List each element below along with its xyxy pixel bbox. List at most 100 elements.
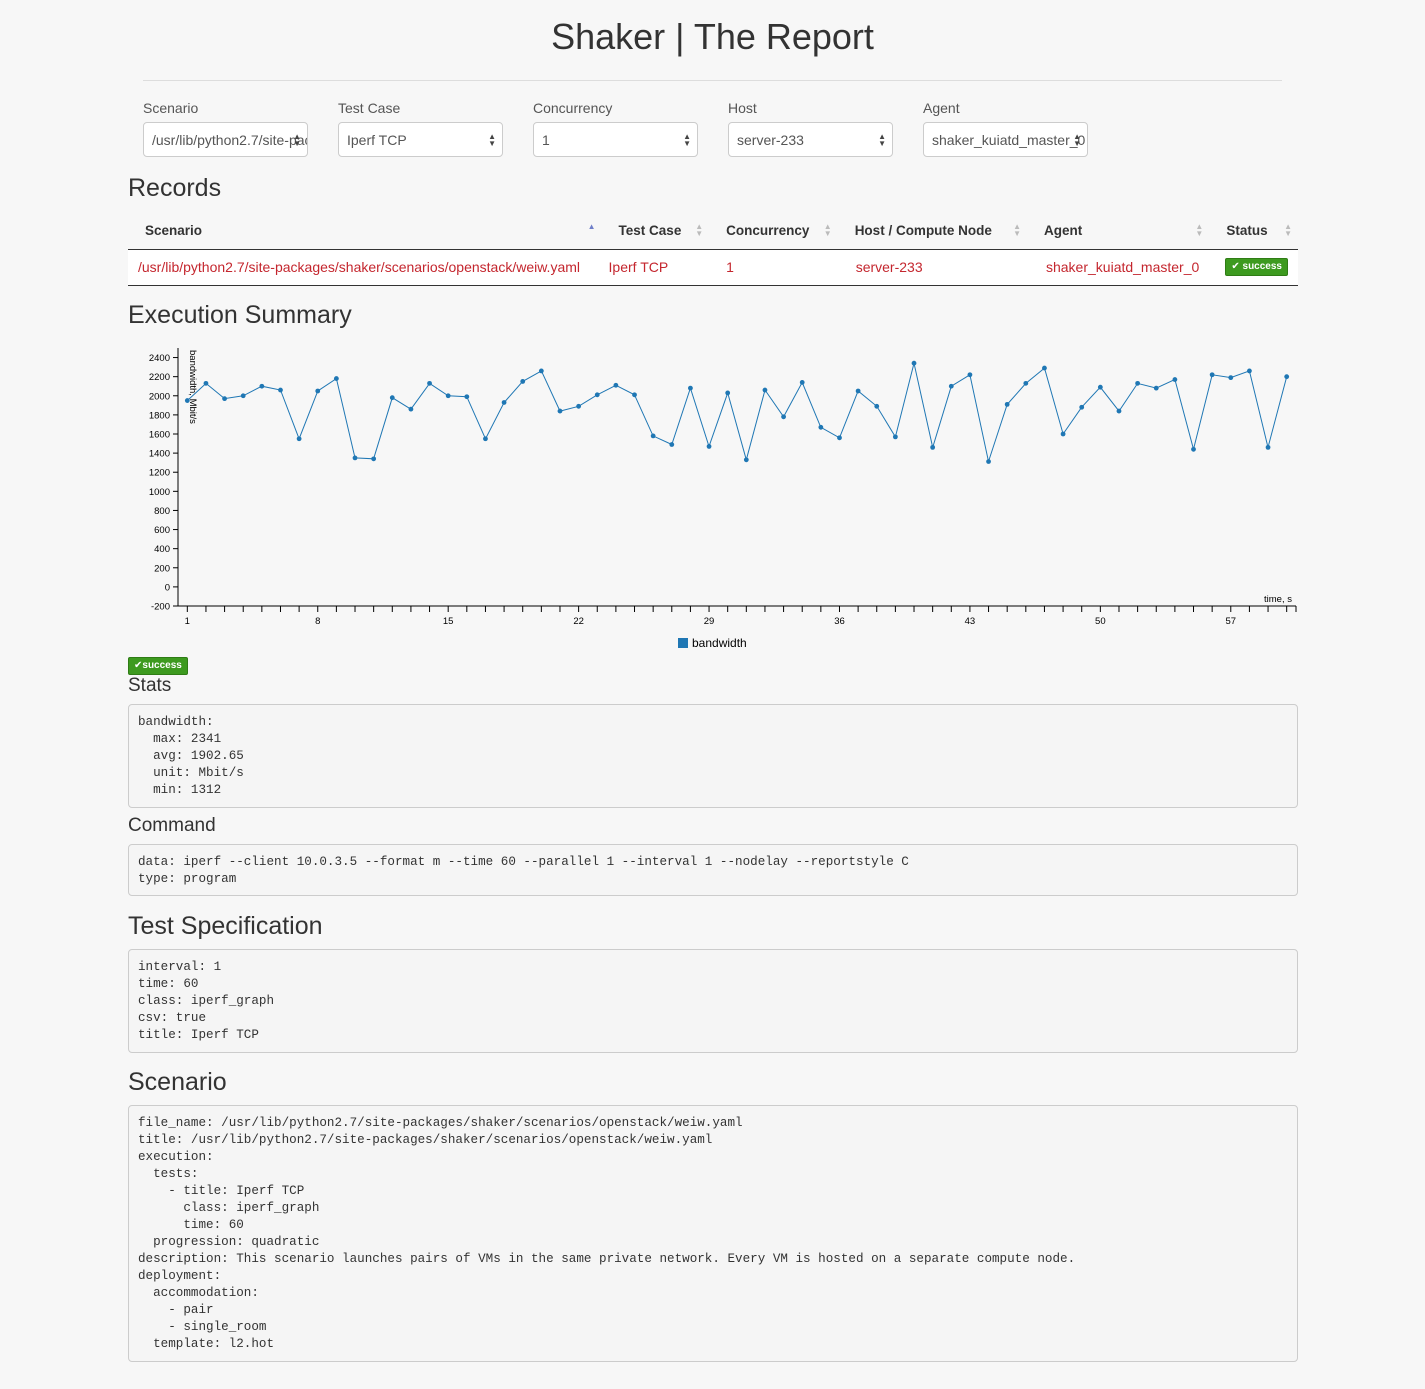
data-point bbox=[613, 382, 619, 388]
y-tick-label: 0 bbox=[165, 582, 170, 593]
data-point bbox=[557, 408, 563, 414]
status-badge: ✔ success bbox=[1225, 257, 1288, 276]
column-header-test-case[interactable]: Test Case ▲ ▼ bbox=[601, 212, 710, 250]
concurrency-select[interactable]: 1 ▲ ▼ bbox=[533, 122, 698, 157]
legend-swatch-bandwidth bbox=[678, 638, 688, 648]
y-tick-label: 1400 bbox=[149, 449, 170, 460]
column-header-scenario[interactable]: Scenario ▲ bbox=[128, 212, 602, 250]
agent-select-value: shaker_kuiatd_master_0 bbox=[932, 132, 1086, 148]
data-point bbox=[1284, 374, 1290, 380]
data-point bbox=[203, 380, 209, 386]
bandwidth-chart: -200 0 200 400 600 800 1000 1200 1400 1600 1800 200… bbox=[149, 348, 1297, 650]
data-point bbox=[986, 459, 991, 464]
table-row[interactable]: /usr/lib/python2.7/site-packages/shaker/… bbox=[128, 249, 1298, 286]
data-point bbox=[1228, 375, 1234, 381]
host-select[interactable]: server-233 ▲ ▼ bbox=[728, 122, 893, 157]
stats-block: bandwidth: max: 2341 avg: 1902.65 unit: … bbox=[128, 704, 1298, 808]
y-tick-label: 2400 bbox=[149, 353, 170, 364]
concurrency-select-value: 1 bbox=[542, 132, 550, 148]
filter-agent: Agent shaker_kuiatd_master_0 ▲ ▼ bbox=[923, 100, 1118, 157]
column-header-concurrency[interactable]: Concurrency ▲ ▼ bbox=[709, 212, 838, 250]
data-point bbox=[427, 380, 432, 386]
data-point bbox=[184, 398, 190, 403]
column-header-host[interactable]: Host / Compute Node ▲ ▼ bbox=[837, 212, 1027, 250]
sort-icon: ▲ ▼ bbox=[1013, 222, 1021, 238]
data-point bbox=[222, 396, 227, 402]
data-point bbox=[818, 424, 824, 430]
data-point bbox=[911, 360, 917, 366]
data-point bbox=[1153, 385, 1159, 391]
check-icon: ✔ bbox=[1231, 260, 1240, 272]
scenario-block: file_name: /usr/lib/python2.7/site-packa… bbox=[128, 1105, 1298, 1362]
y-tick-label: 800 bbox=[154, 506, 170, 517]
data-point bbox=[520, 379, 526, 384]
x-tick-label: 29 bbox=[704, 616, 715, 627]
stats-heading: Stats bbox=[128, 675, 172, 696]
data-point bbox=[837, 435, 842, 441]
y-tick-label: -200 bbox=[151, 602, 170, 613]
x-tick-label: 50 bbox=[1095, 616, 1106, 627]
legend-label-bandwidth: bandwidth bbox=[692, 636, 747, 650]
data-point bbox=[1247, 368, 1252, 374]
data-point bbox=[1209, 372, 1215, 378]
y-tick-label: 1000 bbox=[149, 487, 170, 498]
select-arrows-icon: ▲ ▼ bbox=[878, 132, 886, 148]
sort-icon: ▲ ▼ bbox=[1195, 222, 1204, 238]
filter-concurrency-label: Concurrency bbox=[533, 100, 613, 116]
data-point bbox=[1004, 401, 1010, 407]
data-point bbox=[352, 455, 358, 461]
data-point bbox=[1191, 446, 1196, 452]
sort-asc-icon: ▲ bbox=[587, 222, 596, 231]
cell-agent: shaker_kuiatd_master_0 bbox=[1026, 249, 1210, 286]
select-arrows-icon: ▲ ▼ bbox=[1073, 132, 1081, 148]
data-point bbox=[594, 392, 600, 398]
filter-host: Host server-233 ▲ ▼ bbox=[728, 100, 923, 157]
y-tick-label: 600 bbox=[154, 525, 170, 536]
y-tick-label: 1600 bbox=[149, 430, 170, 441]
x-tick-label: 43 bbox=[965, 616, 976, 627]
data-point bbox=[278, 387, 283, 393]
data-point bbox=[743, 457, 749, 463]
column-header-agent[interactable]: Agent ▲ ▼ bbox=[1026, 212, 1210, 250]
cell-test-case: Iperf TCP bbox=[601, 249, 710, 286]
data-point bbox=[706, 444, 712, 449]
data-point bbox=[389, 395, 395, 401]
data-point bbox=[1135, 380, 1141, 386]
data-point bbox=[445, 393, 451, 399]
data-point bbox=[538, 368, 544, 374]
host-select-value: server-233 bbox=[737, 132, 804, 148]
x-axis-label: time, s bbox=[1264, 594, 1292, 605]
records-table: Scenario ▲ Test Case ▲ ▼ Concurrency ▲ ▼ Host… bbox=[128, 212, 1298, 286]
test-case-select-value: Iperf TCP bbox=[347, 132, 407, 148]
data-point bbox=[632, 392, 637, 398]
scenario-select[interactable]: /usr/lib/python2.7/site-packages/shaker/… bbox=[143, 122, 308, 157]
execution-summary-heading: Execution Summary bbox=[128, 301, 352, 329]
data-point bbox=[1023, 380, 1029, 386]
filter-bar: Scenario /usr/lib/python2.7/site-package… bbox=[143, 100, 1118, 157]
data-point bbox=[781, 414, 786, 420]
data-point bbox=[333, 376, 339, 381]
filter-test-case-label: Test Case bbox=[338, 100, 401, 116]
agent-select[interactable]: shaker_kuiatd_master_0 ▲ ▼ bbox=[923, 122, 1088, 157]
select-arrows-icon: ▲ ▼ bbox=[683, 132, 691, 148]
cell-scenario: /usr/lib/python2.7/site-packages/shaker/… bbox=[128, 249, 602, 286]
data-point bbox=[1079, 404, 1085, 410]
data-point bbox=[464, 394, 470, 400]
data-point bbox=[1172, 377, 1178, 382]
x-tick-label: 15 bbox=[443, 616, 454, 627]
cell-concurrency: 1 bbox=[709, 249, 838, 286]
data-point bbox=[930, 444, 936, 450]
filter-scenario: Scenario /usr/lib/python2.7/site-package… bbox=[143, 100, 338, 157]
filter-concurrency: Concurrency 1 ▲ ▼ bbox=[533, 100, 728, 157]
data-point bbox=[240, 393, 246, 399]
data-point bbox=[1265, 444, 1271, 450]
cell-host: server-233 bbox=[837, 249, 1027, 286]
series-line-bandwidth bbox=[186, 363, 1288, 464]
data-point bbox=[576, 403, 582, 409]
test-case-select[interactable]: Iperf TCP ▲ ▼ bbox=[338, 122, 503, 157]
column-header-status[interactable]: Status ▲ ▼ bbox=[1209, 212, 1298, 250]
x-tick-label: 22 bbox=[573, 616, 584, 627]
select-arrows-icon: ▲ ▼ bbox=[488, 132, 496, 148]
filter-test-case: Test Case Iperf TCP ▲ ▼ bbox=[338, 100, 533, 157]
data-point bbox=[967, 372, 973, 378]
